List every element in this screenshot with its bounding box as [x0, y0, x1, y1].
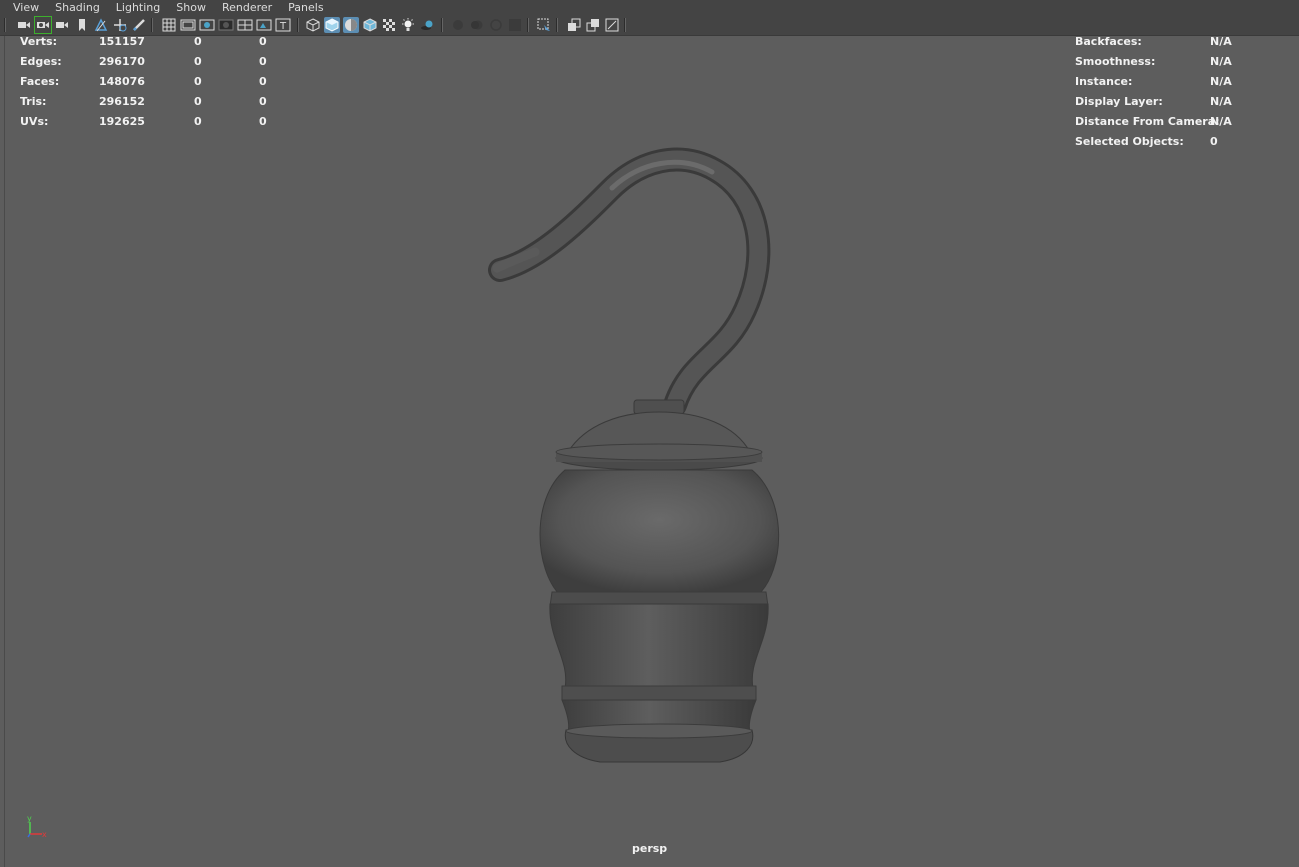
hud-value: 0 — [259, 35, 267, 48]
wireframe-on-shaded-icon[interactable] — [362, 17, 378, 33]
hud-label: Distance From Camera: — [1075, 115, 1220, 128]
hud-value: 0 — [259, 55, 267, 68]
2d-pan-zoom-icon[interactable] — [112, 17, 128, 33]
menu-shading[interactable]: Shading — [47, 1, 108, 14]
toolbar-separator — [4, 18, 6, 32]
axis-x-label: x — [42, 830, 47, 839]
3d-viewport[interactable] — [4, 36, 1299, 867]
hud-label: Display Layer: — [1075, 95, 1163, 108]
hud-value: 296152 — [99, 95, 145, 108]
hud-value: 0 — [259, 95, 267, 108]
grease-pencil-icon[interactable] — [131, 17, 147, 33]
hud-value: 0 — [194, 55, 202, 68]
hud-value: 0 — [259, 75, 267, 88]
hud-label: UVs: — [20, 115, 49, 128]
axis-y-label: y — [27, 814, 32, 823]
xray-joints-icon[interactable] — [604, 17, 620, 33]
wireframe-icon[interactable] — [305, 17, 321, 33]
toolbar-separator — [151, 18, 153, 32]
hud-label: Smoothness: — [1075, 55, 1156, 68]
field-chart-icon[interactable] — [237, 17, 253, 33]
hud-label: Edges: — [20, 55, 62, 68]
hud-value: N/A — [1210, 115, 1232, 128]
film-gate-icon[interactable] — [180, 17, 196, 33]
gate-mask-icon[interactable] — [218, 17, 234, 33]
toolbar-separator — [297, 18, 299, 32]
hud-label: Tris: — [20, 95, 47, 108]
hud-value: 151157 — [99, 35, 145, 48]
shadows-icon[interactable] — [419, 17, 435, 33]
camera-name-label: persp — [632, 842, 668, 855]
isolate-select-icon[interactable] — [536, 17, 552, 33]
hud-value: 0 — [194, 75, 202, 88]
screen-space-ao-icon[interactable] — [450, 17, 466, 33]
svg-text:T: T — [279, 21, 287, 32]
menu-renderer[interactable]: Renderer — [214, 1, 280, 14]
safe-title-icon[interactable]: T — [275, 17, 291, 33]
use-all-lights-icon[interactable] — [400, 17, 416, 33]
depth-of-field-icon[interactable] — [507, 17, 523, 33]
resolution-gate-icon[interactable] — [199, 17, 215, 33]
toolbar-separator — [441, 18, 443, 32]
hud-value: N/A — [1210, 35, 1232, 48]
bookmark-icon[interactable] — [74, 17, 90, 33]
camera-attributes-icon[interactable] — [34, 16, 52, 34]
hud-value: 0 — [194, 95, 202, 108]
hud-value: N/A — [1210, 75, 1232, 88]
hud-value: 0 — [259, 115, 267, 128]
hud-label: Verts: — [20, 35, 58, 48]
xray-active-components-icon[interactable] — [585, 17, 601, 33]
axis-gizmo: y x — [27, 814, 47, 839]
hud-value: 0 — [1210, 135, 1218, 148]
smooth-shade-icon[interactable] — [324, 17, 340, 33]
hud-value: N/A — [1210, 55, 1232, 68]
select-camera-icon[interactable] — [16, 17, 32, 33]
hud-value: 0 — [194, 35, 202, 48]
panel-menu-bar: View Shading Lighting Show Renderer Pane… — [0, 0, 1299, 14]
grid-icon[interactable] — [161, 17, 177, 33]
safe-action-icon[interactable] — [256, 17, 272, 33]
hud-value: 296170 — [99, 55, 145, 68]
viewport-panel: View Shading Lighting Show Renderer Pane… — [0, 0, 1299, 867]
menu-view[interactable]: View — [5, 1, 47, 14]
toolbar-separator — [624, 18, 626, 32]
toolbar-separator — [556, 18, 558, 32]
bookmark-camera-icon[interactable] — [54, 17, 70, 33]
image-plane-icon[interactable] — [93, 17, 109, 33]
menu-lighting[interactable]: Lighting — [108, 1, 168, 14]
multisample-aa-icon[interactable] — [488, 17, 504, 33]
hud-label: Backfaces: — [1075, 35, 1142, 48]
hud-label: Faces: — [20, 75, 60, 88]
hud-label: Instance: — [1075, 75, 1133, 88]
hud-value: 148076 — [99, 75, 145, 88]
menu-panels[interactable]: Panels — [280, 1, 331, 14]
xray-icon[interactable] — [566, 17, 582, 33]
default-material-icon[interactable] — [343, 17, 359, 33]
hud-label: Selected Objects: — [1075, 135, 1184, 148]
object-details-hud: Backfaces: N/A Smoothness: N/A Instance:… — [1075, 32, 1255, 152]
hud-value: 192625 — [99, 115, 145, 128]
textured-icon[interactable] — [381, 17, 397, 33]
menu-show[interactable]: Show — [168, 1, 214, 14]
hud-value: N/A — [1210, 95, 1232, 108]
hud-value: 0 — [194, 115, 202, 128]
motion-blur-icon[interactable] — [469, 17, 485, 33]
toolbar-separator — [527, 18, 529, 32]
poly-count-hud: Verts: 151157 0 0 Edges: 296170 0 0 Face… — [20, 32, 280, 132]
